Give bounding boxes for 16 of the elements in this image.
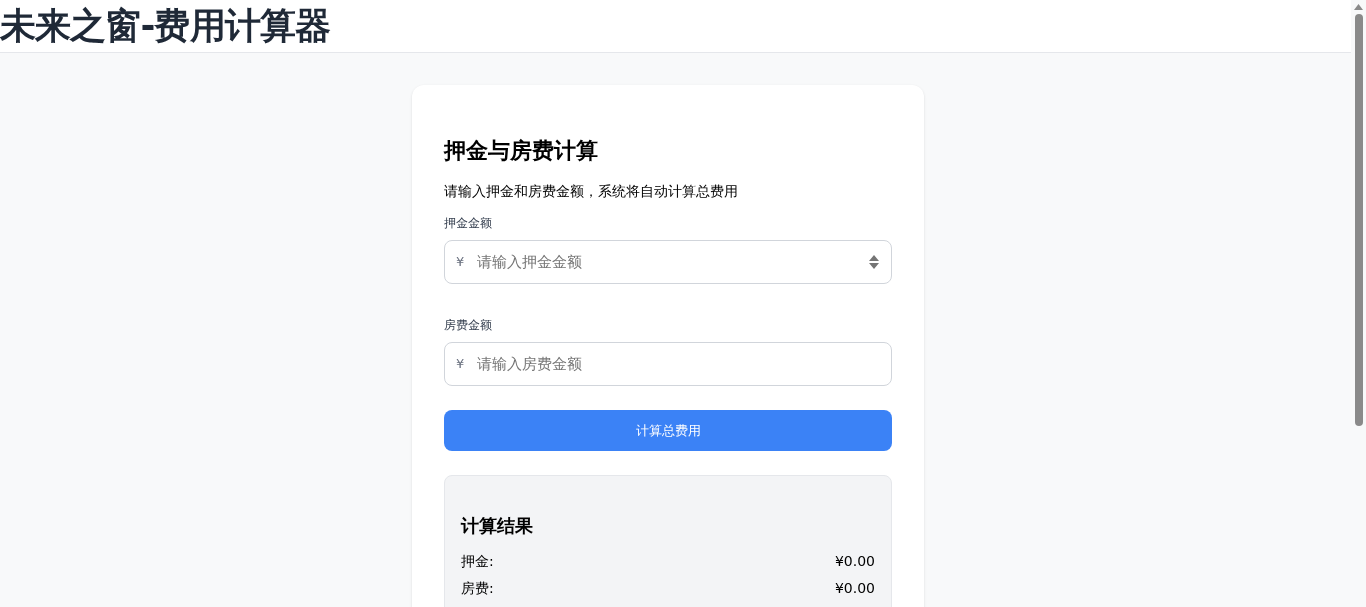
page-title: 未来之窗-费用计算器 [0,4,330,48]
result-label: 押金: [461,552,494,571]
scrollbar-thumb[interactable] [1354,14,1363,426]
currency-symbol: ¥ [456,253,465,271]
field-label: 房费金额 [444,317,493,334]
card-title: 押金与房费计算 [444,137,599,165]
result-value: ¥0.00 [834,552,875,571]
calculate-button[interactable]: 计算总费用 [444,410,892,451]
currency-symbol: ¥ [456,355,465,373]
result-value: ¥0.00 [834,579,875,598]
card-description: 请输入押金和房费金额，系统将自动计算总费用 [444,182,739,201]
scroll-up-icon[interactable] [1354,4,1363,10]
spinner-icon[interactable] [868,254,880,270]
result-title: 计算结果 [461,514,534,538]
result-label: 房费: [461,579,494,598]
field-label: 押金金额 [444,215,493,232]
